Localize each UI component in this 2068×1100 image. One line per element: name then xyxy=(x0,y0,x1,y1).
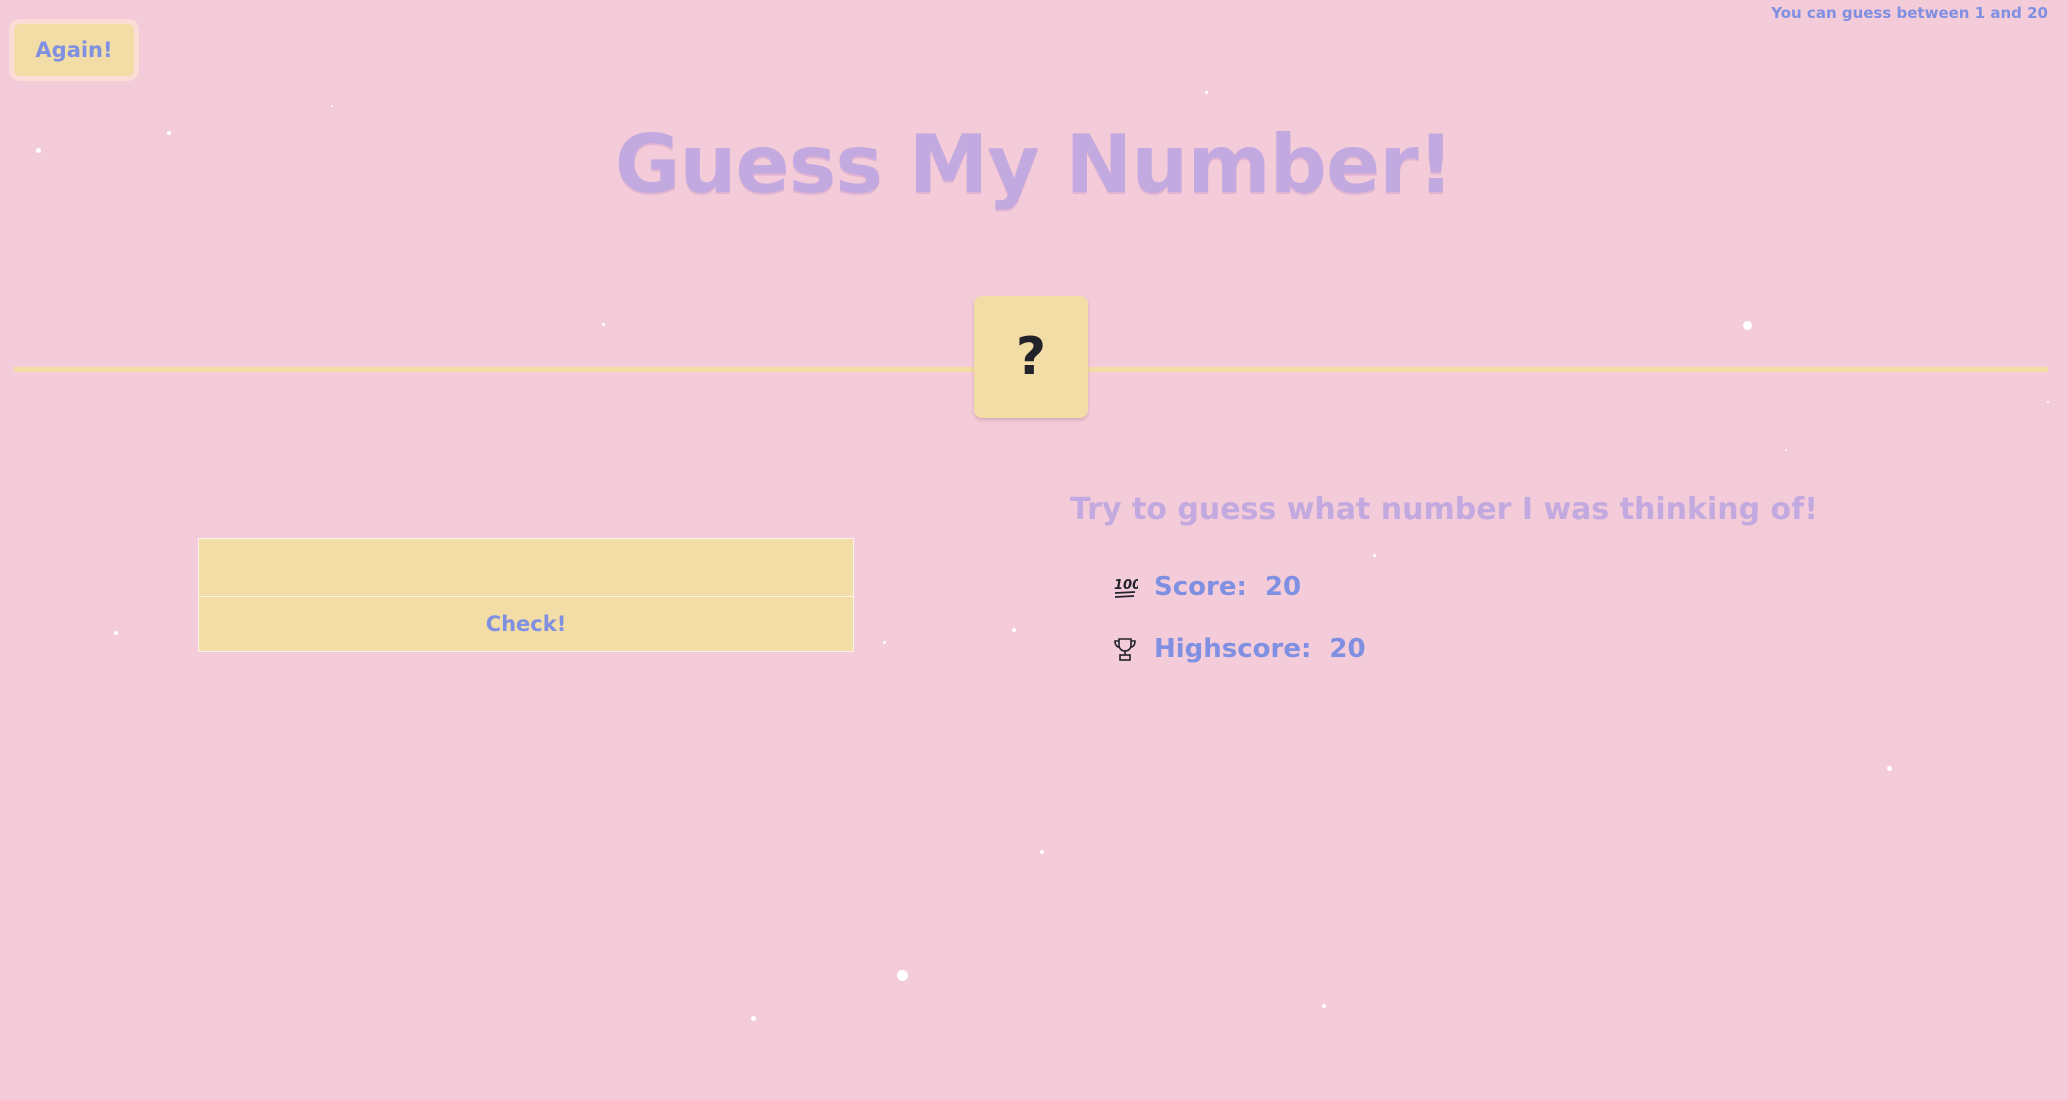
star xyxy=(897,970,908,981)
again-button[interactable]: Again! xyxy=(14,24,134,76)
highscore-value: 20 xyxy=(1329,634,1366,664)
star xyxy=(1040,850,1044,854)
hundred-points-icon: 100 xyxy=(1114,578,1138,598)
guess-input[interactable] xyxy=(199,539,853,597)
range-hint: You can guess between 1 and 20 xyxy=(1771,4,2048,22)
star xyxy=(1322,1004,1326,1008)
star xyxy=(1887,766,1892,771)
star xyxy=(1785,449,1787,451)
star xyxy=(751,1016,756,1021)
star xyxy=(602,323,605,326)
star xyxy=(2047,401,2049,403)
svg-text:100: 100 xyxy=(1114,578,1138,593)
secret-number-box: ? xyxy=(974,296,1088,418)
score-label: Score: xyxy=(1154,572,1247,602)
star xyxy=(331,105,333,107)
page-title: Guess My Number! xyxy=(614,118,1454,211)
status-message: Try to guess what number I was thinking … xyxy=(1070,492,1818,527)
star xyxy=(1743,321,1752,330)
guess-panel: Check! xyxy=(198,538,854,652)
star xyxy=(114,631,118,635)
star xyxy=(1012,628,1016,632)
highscore-label: Highscore: xyxy=(1154,634,1312,664)
star xyxy=(1373,554,1376,557)
check-button[interactable]: Check! xyxy=(199,597,853,651)
score-value: 20 xyxy=(1264,572,1302,602)
score-row: 100 Score: 20 xyxy=(1112,572,1301,602)
star xyxy=(1205,91,1208,94)
trophy-icon xyxy=(1114,638,1136,661)
star xyxy=(883,641,886,644)
highscore-row: Highscore: 20 xyxy=(1112,634,1366,664)
